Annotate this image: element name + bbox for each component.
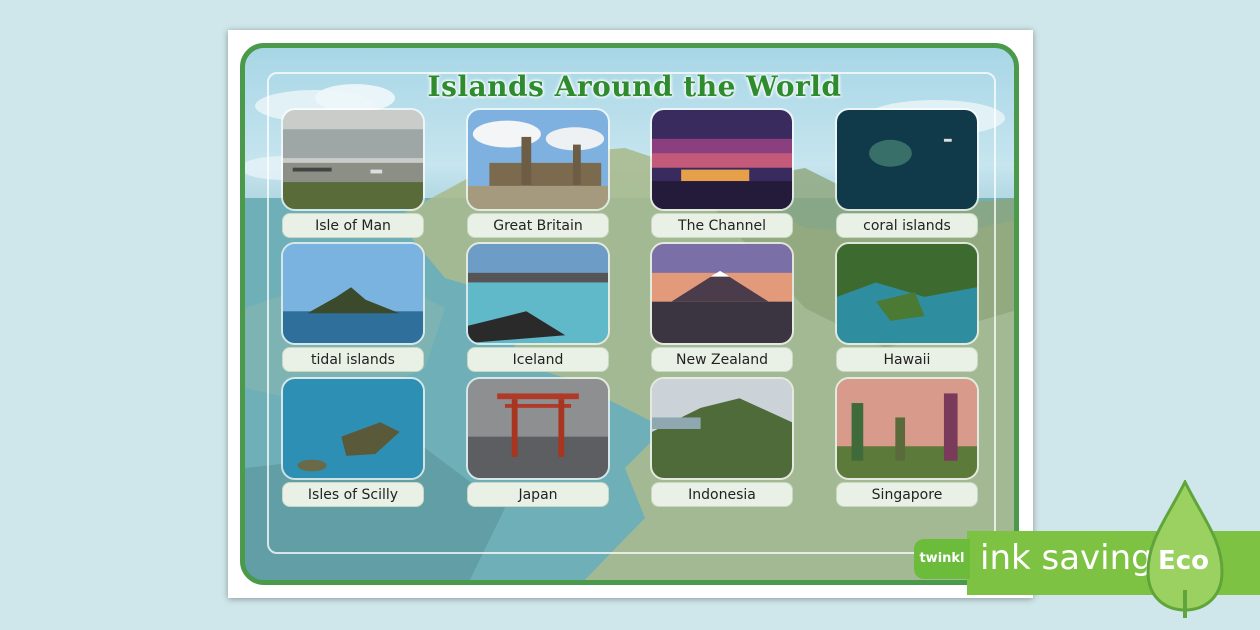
poster-sheet: Islands Around the World Isle of Man Gre… xyxy=(228,30,1033,598)
twinkl-logo: twinkl xyxy=(914,539,970,579)
poster-frame: Islands Around the World Isle of Man Gre… xyxy=(240,43,1019,585)
photo-indonesia xyxy=(650,377,794,480)
photo-coral-islands xyxy=(835,108,979,211)
photo-new-zealand xyxy=(650,242,794,345)
tile-iceland[interactable]: Iceland xyxy=(466,242,610,372)
tile-isle-of-man[interactable]: Isle of Man xyxy=(281,108,425,238)
photo-isle-of-man xyxy=(281,108,425,211)
photo-isles-of-scilly xyxy=(281,377,425,480)
tile-label: Great Britain xyxy=(467,213,609,238)
tile-japan[interactable]: Japan xyxy=(466,377,610,507)
tile-label: Hawaii xyxy=(836,347,978,372)
eco-label: Eco xyxy=(1158,546,1210,576)
tile-label: Indonesia xyxy=(651,482,793,507)
tile-hawaii[interactable]: Hawaii xyxy=(835,242,979,372)
tile-label: Singapore xyxy=(836,482,978,507)
tile-great-britain[interactable]: Great Britain xyxy=(466,108,610,238)
tile-new-zealand[interactable]: New Zealand xyxy=(650,242,794,372)
tile-label: New Zealand xyxy=(651,347,793,372)
tile-tidal-islands[interactable]: tidal islands xyxy=(281,242,425,372)
tile-label: coral islands xyxy=(836,213,978,238)
photo-tidal-islands xyxy=(281,242,425,345)
tile-singapore[interactable]: Singapore xyxy=(835,377,979,507)
tile-coral-islands[interactable]: coral islands xyxy=(835,108,979,238)
photo-hawaii xyxy=(835,242,979,345)
photo-iceland xyxy=(466,242,610,345)
tile-channel-islands[interactable]: The Channel Islands xyxy=(650,108,794,259)
tile-isles-of-scilly[interactable]: Isles of Scilly xyxy=(281,377,425,507)
ink-saving-text: ink saving xyxy=(980,538,1153,578)
tile-label: Japan xyxy=(467,482,609,507)
photo-singapore xyxy=(835,377,979,480)
photo-japan xyxy=(466,377,610,480)
photo-channel-islands xyxy=(650,108,794,211)
photo-great-britain xyxy=(466,108,610,211)
tile-label: Iceland xyxy=(467,347,609,372)
tile-indonesia[interactable]: Indonesia xyxy=(650,377,794,507)
poster-title: Islands Around the World xyxy=(427,70,842,103)
tile-label: The Channel Islands xyxy=(651,213,793,259)
tile-label: Isles of Scilly xyxy=(282,482,424,507)
tile-label: tidal islands xyxy=(282,347,424,372)
tile-label: Isle of Man xyxy=(282,213,424,238)
